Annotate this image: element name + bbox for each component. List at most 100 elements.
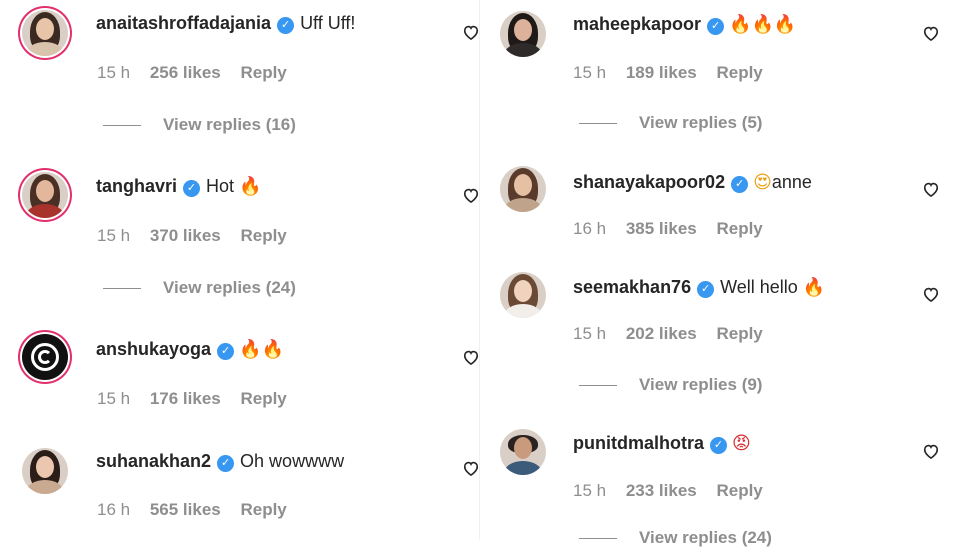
comment-meta: 15 h 176 likes Reply [97,389,302,409]
avatar[interactable] [22,448,68,494]
verified-badge-icon: ✓ [217,455,235,472]
avatar[interactable] [22,334,68,380]
comment-text: Hot [206,176,235,196]
comment-meta: 15 h 189 likes Reply [573,63,778,83]
comment-text: Well hello [720,277,798,297]
reply-button[interactable]: Reply [716,63,762,82]
heart-outline-icon[interactable] [461,458,481,478]
comment-time: 15 h [97,226,131,245]
username-link[interactable]: seemakhan76 [573,277,691,297]
comment-time: 15 h [573,324,607,343]
comments-column-right: maheepkapoor ✓ 🔥🔥🔥 15 h 189 likes Reply V… [480,0,960,547]
comments-column-left: anaitashroffadajania ✓ Uff Uff! 15 h 256 l… [0,0,480,540]
comment-header: maheepkapoor ✓ 🔥🔥🔥 [573,14,796,35]
username-link[interactable]: anaitashroffadajania [96,13,271,33]
fire-emoji-icon: 🔥🔥 [239,339,284,360]
reply-button[interactable]: Reply [240,389,286,408]
heart-outline-icon[interactable] [921,179,941,199]
comment-meta: 15 h 233 likes Reply [573,481,778,501]
likes-count[interactable]: 176 likes [150,389,221,408]
comment-time: 16 h [573,219,607,238]
reply-button[interactable]: Reply [240,63,286,82]
replies-divider-line [579,385,617,387]
verified-badge-icon: ✓ [697,281,715,298]
comment-text: Oh wowwww [240,451,345,471]
verified-badge-icon: ✓ [731,176,749,193]
likes-count[interactable]: 189 likes [626,63,697,82]
avatar[interactable] [500,272,546,318]
verified-badge-icon: ✓ [183,180,201,197]
view-replies-button[interactable]: View replies (9) [579,375,762,395]
comment-meta: 15 h 370 likes Reply [97,226,302,246]
likes-count[interactable]: 202 likes [626,324,697,343]
view-replies-button[interactable]: View replies (24) [103,278,296,298]
comment-header: anshukayoga ✓ 🔥🔥 [96,339,284,360]
reply-button[interactable]: Reply [716,481,762,500]
heart-outline-icon[interactable] [921,23,941,43]
username-link[interactable]: tanghavri [96,176,177,196]
replies-divider-line [579,538,617,540]
view-replies-label: View replies (9) [639,375,763,394]
comment-header: seemakhan76 ✓ Well hello 🔥 [573,277,825,298]
comment-meta: 15 h 256 likes Reply [97,63,302,83]
heart-outline-icon[interactable] [461,185,481,205]
avatar[interactable] [22,10,68,56]
comment-meta: 15 h 202 likes Reply [573,324,778,344]
likes-count[interactable]: 370 likes [150,226,221,245]
verified-badge-icon: ✓ [217,343,235,360]
comment-meta: 16 h 385 likes Reply [573,219,778,239]
avatar[interactable] [500,11,546,57]
comment-header: shanayakapoor02 ✓ 😍anne [573,172,812,193]
avatar[interactable] [500,166,546,212]
comment-meta: 16 h 565 likes Reply [97,500,302,520]
replies-divider-line [103,125,141,127]
avatar[interactable] [500,429,546,475]
replies-divider-line [579,123,617,125]
comment-header: punitdmalhotra ✓ 😡 [573,433,751,454]
likes-count[interactable]: 256 likes [150,63,221,82]
brand-logo-icon [31,343,59,371]
username-link[interactable]: suhanakhan2 [96,451,211,471]
username-link[interactable]: shanayakapoor02 [573,172,725,192]
comment-time: 15 h [97,389,131,408]
comment-text: anne [771,172,812,192]
username-link[interactable]: punitdmalhotra [573,433,704,453]
view-replies-label: View replies (24) [163,278,296,297]
view-replies-label: View replies (24) [639,528,772,547]
fire-emoji-icon: 🔥 [239,176,262,197]
comment-header: anaitashroffadajania ✓ Uff Uff! [96,13,355,34]
heart-outline-icon[interactable] [461,22,481,42]
username-link[interactable]: maheepkapoor [573,14,701,34]
replies-divider-line [103,288,141,290]
fire-emoji-icon: 🔥🔥🔥 [729,14,797,35]
reply-button[interactable]: Reply [716,324,762,343]
likes-count[interactable]: 385 likes [626,219,697,238]
heart-eyes-emoji-icon: 😍 [753,172,772,193]
reply-button[interactable]: Reply [716,219,762,238]
heart-outline-icon[interactable] [461,347,481,367]
angry-emoji-icon: 😡 [732,433,751,454]
comment-text: Uff Uff! [300,13,356,33]
reply-button[interactable]: Reply [240,500,286,519]
verified-badge-icon: ✓ [277,17,295,34]
likes-count[interactable]: 233 likes [626,481,697,500]
heart-outline-icon[interactable] [921,284,941,304]
comment-header: tanghavri ✓ Hot 🔥 [96,176,261,197]
username-link[interactable]: anshukayoga [96,339,211,359]
view-replies-button[interactable]: View replies (24) [579,528,772,548]
verified-badge-icon: ✓ [710,437,727,454]
heart-outline-icon[interactable] [921,441,941,461]
view-replies-button[interactable]: View replies (5) [579,113,762,133]
comment-time: 16 h [97,500,131,519]
comment-time: 15 h [573,481,607,500]
fire-emoji-icon: 🔥 [802,277,826,298]
comment-time: 15 h [573,63,607,82]
view-replies-button[interactable]: View replies (16) [103,115,296,135]
view-replies-label: View replies (16) [163,115,296,134]
likes-count[interactable]: 565 likes [150,500,221,519]
avatar[interactable] [22,172,68,218]
comment-time: 15 h [97,63,131,82]
verified-badge-icon: ✓ [707,18,725,35]
reply-button[interactable]: Reply [240,226,286,245]
comment-header: suhanakhan2 ✓ Oh wowwww [96,451,344,472]
